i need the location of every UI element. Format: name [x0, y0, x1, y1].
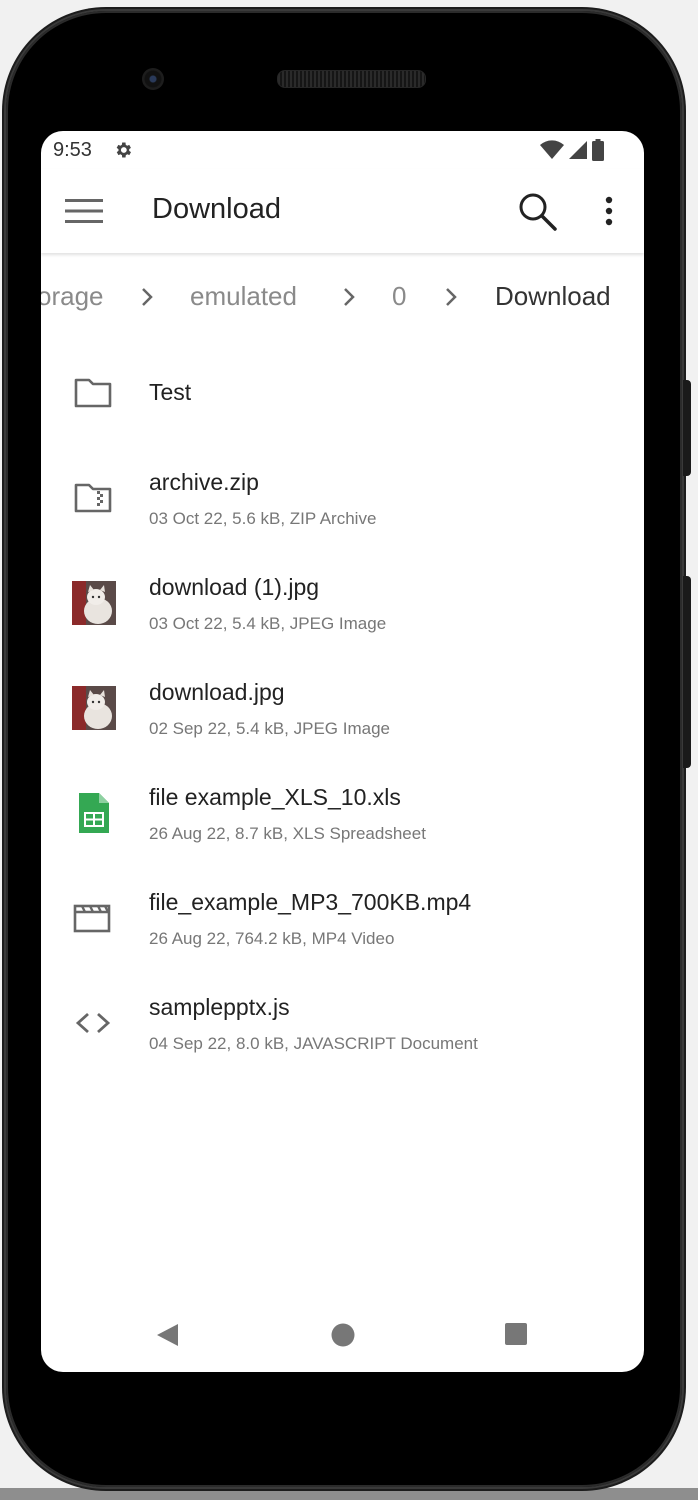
screen: 9:53 Download orage emulated 0 Download … — [41, 131, 644, 1372]
code-icon — [75, 1012, 111, 1034]
list-item[interactable]: archive.zip 03 Oct 22, 5.6 kB, ZIP Archi… — [41, 446, 644, 546]
movie-icon — [73, 904, 111, 933]
home-icon[interactable] — [330, 1322, 356, 1348]
file-meta: 26 Aug 22, 8.7 kB, XLS Spreadsheet — [149, 824, 426, 843]
search-icon[interactable] — [515, 189, 559, 233]
battery-icon — [592, 139, 604, 161]
file-name: download.jpg — [149, 679, 285, 705]
file-meta: 03 Oct 22, 5.4 kB, JPEG Image — [149, 614, 387, 633]
file-meta: 04 Sep 22, 8.0 kB, JAVASCRIPT Document — [149, 1034, 478, 1053]
breadcrumb-emulated[interactable]: emulated — [190, 281, 297, 312]
list-item[interactable]: download.jpg 02 Sep 22, 5.4 kB, JPEG Ima… — [41, 656, 644, 756]
status-bar: 9:53 — [41, 131, 644, 169]
list-item[interactable]: file_example_MP3_700KB.mp4 26 Aug 22, 76… — [41, 866, 644, 966]
more-vert-icon[interactable] — [595, 191, 623, 231]
file-name: Test — [149, 379, 192, 405]
breadcrumb: orage emulated 0 Download — [41, 261, 644, 337]
back-icon[interactable] — [155, 1322, 181, 1348]
list-item[interactable]: download (1).jpg 03 Oct 22, 5.4 kB, JPEG… — [41, 551, 644, 651]
chevron-right-icon — [344, 288, 355, 306]
spreadsheet-icon — [79, 793, 109, 833]
breadcrumb-download[interactable]: Download — [495, 281, 611, 312]
volume-button[interactable] — [683, 576, 691, 768]
signal-icon — [569, 141, 587, 159]
chevron-right-icon — [446, 288, 457, 306]
file-meta: 02 Sep 22, 5.4 kB, JPEG Image — [149, 719, 390, 738]
app-bar: Download — [41, 169, 644, 253]
chevron-right-icon — [142, 288, 153, 306]
status-time: 9:53 — [53, 139, 92, 161]
cat-image-thumbnail — [72, 686, 116, 730]
power-button[interactable] — [683, 380, 691, 476]
list-item[interactable]: samplepptx.js 04 Sep 22, 8.0 kB, JAVASCR… — [41, 971, 644, 1071]
list-item[interactable]: file example_XLS_10.xls 26 Aug 22, 8.7 k… — [41, 761, 644, 861]
file-name: download (1).jpg — [149, 574, 320, 600]
file-name: archive.zip — [149, 469, 259, 495]
settings-icon — [116, 142, 131, 158]
navigation-bar — [41, 1296, 644, 1372]
folder-icon — [74, 378, 112, 408]
menu-icon[interactable] — [63, 193, 105, 229]
window-bottom-bar — [0, 1488, 698, 1500]
status-icons — [540, 139, 604, 161]
file-name: samplepptx.js — [149, 994, 290, 1020]
file-name: file example_XLS_10.xls — [149, 784, 401, 810]
recents-icon[interactable] — [504, 1322, 528, 1346]
list-item[interactable]: Test — [41, 341, 644, 441]
file-meta: 03 Oct 22, 5.6 kB, ZIP Archive — [149, 509, 377, 528]
camera-icon — [142, 68, 164, 90]
breadcrumb-0[interactable]: 0 — [392, 281, 406, 312]
page-title: Download — [152, 193, 281, 225]
file-name: file_example_MP3_700KB.mp4 — [149, 889, 472, 915]
wifi-icon — [540, 140, 564, 159]
speaker-grille — [277, 70, 426, 88]
breadcrumb-storage[interactable]: orage — [41, 281, 104, 312]
zip-folder-icon — [74, 483, 112, 513]
cat-image-thumbnail — [72, 581, 116, 625]
file-meta: 26 Aug 22, 764.2 kB, MP4 Video — [149, 929, 395, 948]
